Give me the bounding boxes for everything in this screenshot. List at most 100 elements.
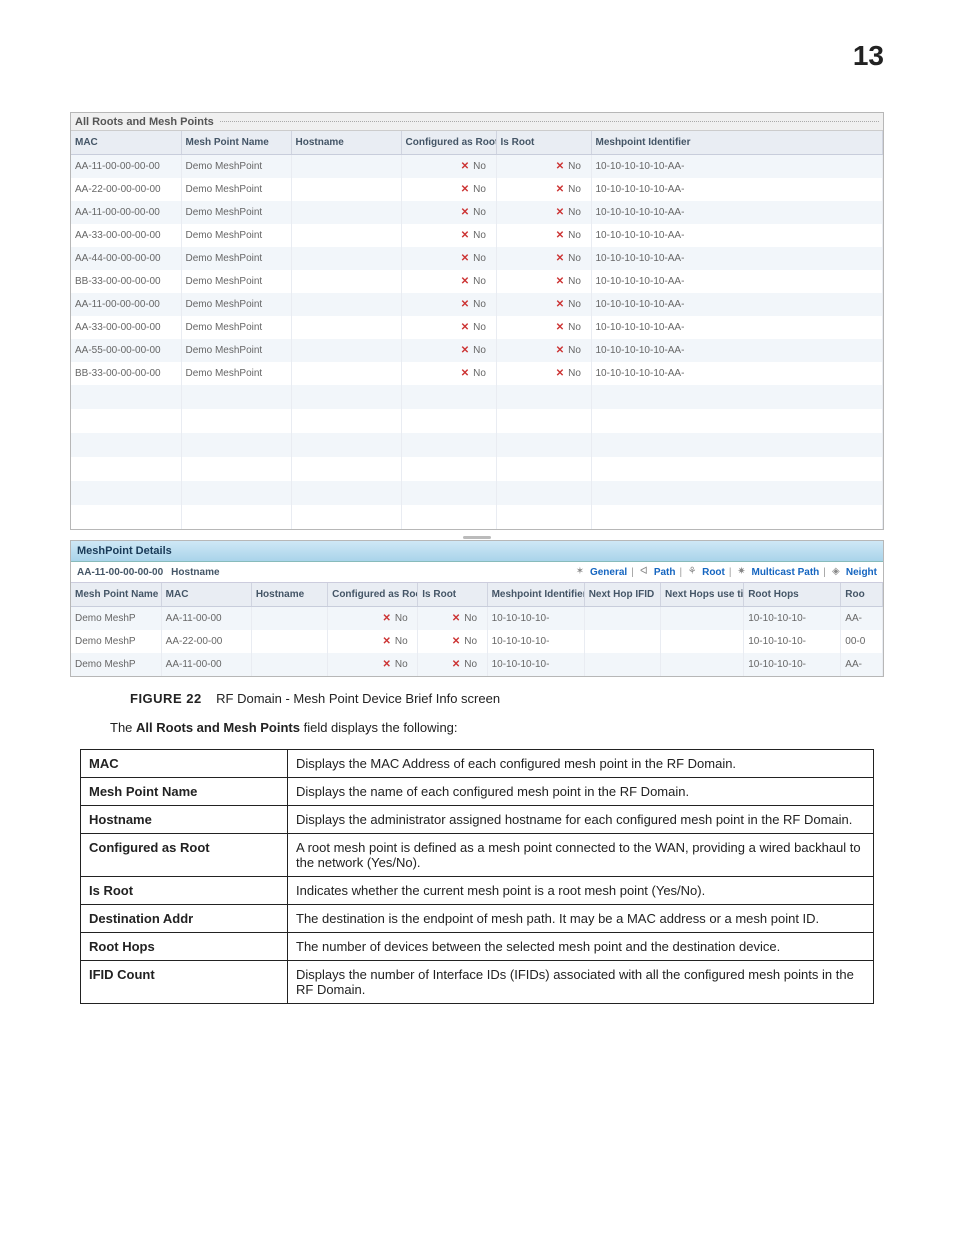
d-col-nh[interactable]: Next Hop IFID [584, 583, 660, 607]
empty-cell [591, 409, 883, 433]
col-configured-root[interactable]: Configured as Root [401, 131, 496, 155]
status-cell: ✕No [328, 607, 418, 631]
cell-host [251, 653, 327, 676]
empty-cell [71, 481, 181, 505]
x-icon: ✕ [459, 276, 469, 287]
tab-sep: | [631, 567, 634, 578]
table-row[interactable]: Demo MeshPAA-11-00-00✕No ✕No 10-10-10-10… [71, 607, 883, 631]
empty-cell [401, 385, 496, 409]
empty-cell [71, 409, 181, 433]
empty-cell [71, 505, 181, 529]
cell-value: No [473, 368, 486, 379]
tab-root-label[interactable]: Root [702, 567, 725, 578]
definition-value: Displays the administrator assigned host… [288, 806, 874, 834]
empty-row [71, 433, 883, 457]
status-cell: ✕No [496, 362, 591, 385]
cell-roo: AA- [841, 653, 883, 676]
panel2-tabs: ✶ General | ᐊ Path | ⚘ Root | ✷ Multicas… [574, 566, 877, 578]
col-mac[interactable]: MAC [71, 131, 181, 155]
cell-meshpoint-id: 10-10-10-10-10-AA- [591, 270, 883, 293]
cell-hostname [291, 201, 401, 224]
cell-rh: 10-10-10-10- [744, 653, 841, 676]
d-col-root[interactable]: Is Root [418, 583, 487, 607]
status-cell: ✕No [418, 630, 487, 653]
table-row[interactable]: Demo MeshPAA-11-00-00✕No ✕No 10-10-10-10… [71, 653, 883, 676]
cell-meshpoint-name: Demo MeshPoint [181, 362, 291, 385]
empty-cell [496, 505, 591, 529]
general-icon: ✶ [574, 566, 586, 578]
table-row[interactable]: AA-44-00-00-00-00Demo MeshPoint✕No ✕No 1… [71, 247, 883, 270]
empty-cell [291, 505, 401, 529]
cell-meshpoint-id: 10-10-10-10-10-AA- [591, 339, 883, 362]
col-is-root[interactable]: Is Root [496, 131, 591, 155]
empty-cell [71, 433, 181, 457]
x-icon: ✕ [554, 161, 564, 172]
x-icon: ✕ [459, 322, 469, 333]
d-col-nht[interactable]: Next Hops use time [660, 583, 743, 607]
tab-multicast-label[interactable]: Multicast Path [751, 567, 819, 578]
tab-neighbor-label[interactable]: Neight [846, 567, 877, 578]
d-col-roo[interactable]: Roo [841, 583, 883, 607]
table-row[interactable]: BB-33-00-00-00-00Demo MeshPoint✕No ✕No 1… [71, 362, 883, 385]
para-bold: All Roots and Mesh Points [136, 720, 300, 735]
cell-value: No [473, 276, 486, 287]
cell-rh: 10-10-10-10- [744, 630, 841, 653]
x-icon: ✕ [459, 161, 469, 172]
x-icon: ✕ [554, 207, 564, 218]
status-cell: ✕ No [401, 270, 496, 293]
empty-cell [591, 457, 883, 481]
cell-value: No [568, 368, 581, 379]
tab-path-label[interactable]: Path [654, 567, 676, 578]
d-col-name[interactable]: Mesh Point Name [71, 583, 161, 607]
empty-cell [496, 457, 591, 481]
d-col-id[interactable]: Meshpoint Identifier [487, 583, 584, 607]
empty-cell [181, 385, 291, 409]
status-cell: ✕No [401, 178, 496, 201]
d-col-mac[interactable]: MAC [161, 583, 251, 607]
empty-cell [291, 457, 401, 481]
table-row[interactable]: Demo MeshPAA-22-00-00✕No ✕No 10-10-10-10… [71, 630, 883, 653]
body-paragraph: The All Roots and Mesh Points field disp… [110, 720, 884, 735]
cell-meshpoint-name: Demo MeshPoint [181, 270, 291, 293]
table-row[interactable]: AA-11-00-00-00-00Demo MeshPoint✕No ✕No 1… [71, 155, 883, 179]
panel2-info-host-label: Hostname [171, 567, 219, 578]
cell-value: No [568, 230, 581, 241]
col-hostname[interactable]: Hostname [291, 131, 401, 155]
cell-mac: AA-22-00-00-00-00 [71, 178, 181, 201]
table-row[interactable]: AA-33-00-00-00-00Demo MeshPoint✕No ✕No 1… [71, 316, 883, 339]
status-cell: ✕No [418, 653, 487, 676]
tab-general-label[interactable]: General [590, 567, 627, 578]
d-col-cfg[interactable]: Configured as Root [328, 583, 418, 607]
cell-value: No [568, 322, 581, 333]
cell-value: No [464, 613, 477, 624]
table-row[interactable]: AA-11-00-00-00-00Demo MeshPoint✕No ✕No 1… [71, 201, 883, 224]
empty-cell [401, 433, 496, 457]
roots-mesh-points-panel: All Roots and Mesh Points MAC Mesh Point… [70, 112, 884, 530]
col-meshpoint-id[interactable]: Meshpoint Identifier [591, 131, 883, 155]
col-meshpoint-name[interactable]: Mesh Point Name [181, 131, 291, 155]
empty-cell [71, 457, 181, 481]
cell-hostname [291, 293, 401, 316]
table-row[interactable]: BB-33-00-00-00-00Demo MeshPoint✕No ✕No 1… [71, 270, 883, 293]
para-pre: The [110, 720, 136, 735]
d-col-rh[interactable]: Root Hops [744, 583, 841, 607]
table-row[interactable]: AA-22-00-00-00-00Demo MeshPoint✕No ✕No 1… [71, 178, 883, 201]
cell-meshpoint-id: 10-10-10-10-10-AA- [591, 224, 883, 247]
cell-meshpoint-id: 10-10-10-10-10-AA- [591, 155, 883, 179]
empty-cell [291, 409, 401, 433]
cell-value: No [464, 636, 477, 647]
definition-key: MAC [81, 750, 288, 778]
cell-meshpoint-id: 10-10-10-10-10-AA- [591, 316, 883, 339]
d-col-host[interactable]: Hostname [251, 583, 327, 607]
cell-meshpoint-name: Demo MeshPoint [181, 155, 291, 179]
table-row[interactable]: AA-55-00-00-00-00Demo MeshPoint✕No ✕No 1… [71, 339, 883, 362]
x-icon: ✕ [554, 230, 564, 241]
status-cell: ✕No [401, 155, 496, 179]
panel2-infobar: AA-11-00-00-00-00 Hostname ✶ General | ᐊ… [71, 562, 883, 583]
cell-id: 10-10-10-10- [487, 607, 584, 631]
table-row[interactable]: AA-11-00-00-00-00Demo MeshPoint✕No ✕No 1… [71, 293, 883, 316]
cell-value: No [568, 207, 581, 218]
cell-value: No [568, 345, 581, 356]
definition-row: MACDisplays the MAC Address of each conf… [81, 750, 874, 778]
table-row[interactable]: AA-33-00-00-00-00Demo MeshPoint✕No ✕No 1… [71, 224, 883, 247]
